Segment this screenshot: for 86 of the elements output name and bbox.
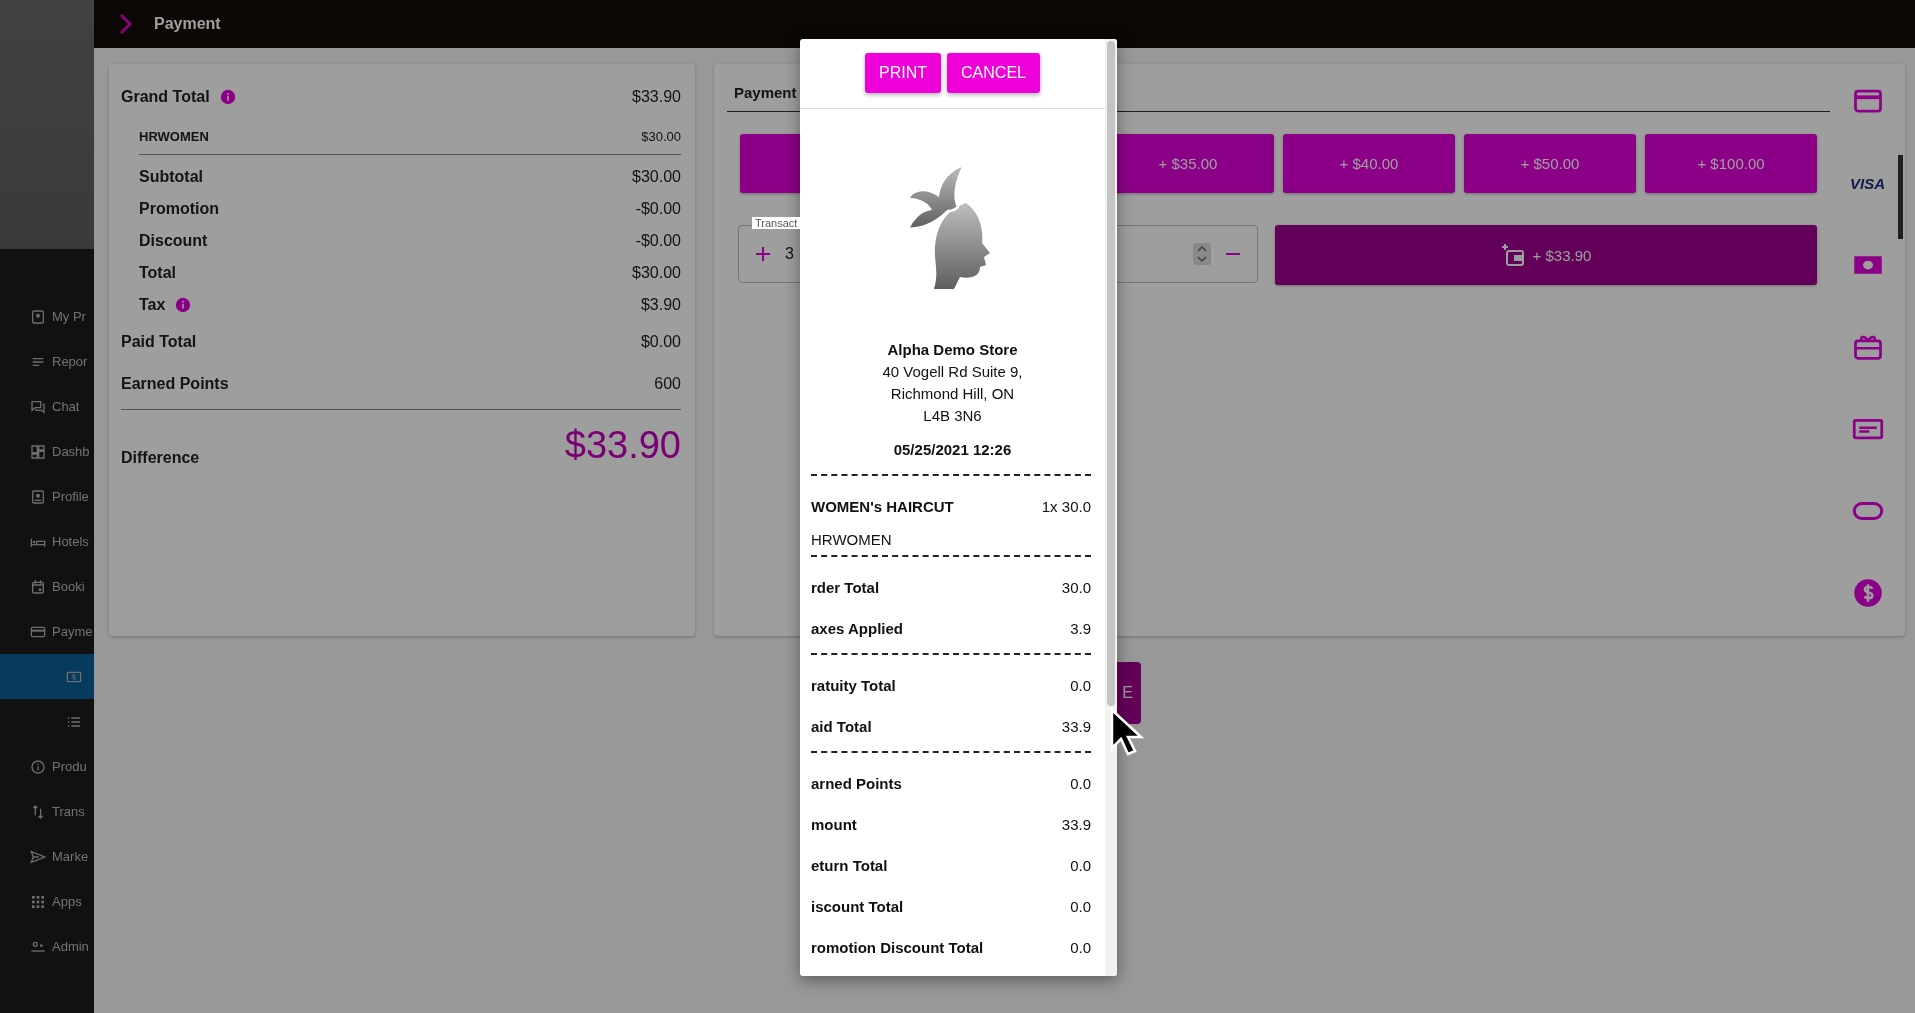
info-icon[interactable] [219, 89, 236, 105]
receipt-value: 0.0 [1070, 898, 1091, 915]
dashboard-icon [30, 443, 46, 460]
arrows-icon [30, 803, 46, 820]
receipt-label: mount [811, 816, 857, 833]
receipt-value: 0.0 [1070, 775, 1091, 792]
scrollbar-thumb[interactable] [1107, 41, 1115, 706]
receipt-value: 0.0 [1070, 677, 1091, 694]
summary-label: Promotion [139, 200, 219, 218]
receipt-value: 3.9 [1070, 620, 1091, 637]
wallet-plus-icon [1500, 243, 1525, 267]
sidebar-item[interactable]: Admin [0, 924, 94, 969]
info-icon [30, 758, 46, 775]
summary-value: $33.90 [632, 88, 681, 106]
cancel-button[interactable]: CANCEL [947, 53, 1040, 93]
summary-value: -$0.00 [635, 232, 681, 250]
receipt-label: arned Points [811, 775, 902, 792]
badge-icon [30, 308, 46, 325]
summary-label: Earned Points [121, 375, 229, 393]
print-button[interactable]: PRINT [865, 53, 942, 93]
sidebar-item[interactable]: Hotels [0, 519, 94, 564]
chevron-icon[interactable] [118, 13, 132, 35]
summary-label: Subtotal [139, 168, 203, 186]
summary-label: Tax [139, 296, 166, 314]
plus-icon[interactable] [755, 246, 771, 262]
amount-button[interactable]: + $40.00 [1283, 134, 1455, 193]
summary-label: Total [139, 264, 177, 282]
spinner-icon[interactable] [1193, 243, 1211, 265]
receipt-value: 33.9 [1061, 816, 1091, 833]
sidebar-item[interactable]: Repor [0, 339, 94, 384]
page-title: Payment [154, 15, 221, 33]
summary-label: HRWOMEN [139, 128, 209, 144]
receipt-value: 0.0 [1070, 857, 1091, 874]
receipt-note: HRWOMEN [811, 530, 892, 548]
summary-label: Grand Total [121, 88, 210, 106]
summary-value: 600 [654, 375, 681, 393]
sidebar-item[interactable]: Dashb [0, 429, 94, 474]
summary-value: $30.00 [641, 128, 681, 144]
grid-icon [30, 893, 46, 910]
receipt-value: 30.0 [1061, 579, 1091, 596]
receipt-label: eturn Total [811, 857, 888, 874]
store-address-line: 40 Vogell Rd Suite 9, [881, 362, 1024, 382]
receipt-label: iscount Total [811, 898, 904, 915]
receipt-value: 33.9 [1061, 718, 1091, 735]
payment-tab[interactable]: Payment [727, 76, 804, 111]
receipt-label: rder Total [811, 579, 880, 596]
sidebar-item[interactable]: Apps [0, 879, 94, 924]
receipt-label: ratuity Total [811, 677, 896, 694]
receipt-label: axes Applied [811, 620, 903, 637]
summary-value: $30.00 [632, 264, 681, 282]
receipt-value: 0.0 [1070, 939, 1091, 956]
difference-label: Difference [121, 447, 200, 467]
visa-label[interactable]: VISA [1850, 174, 1885, 192]
chat-icon [30, 398, 46, 415]
receipt-label: aid Total [811, 718, 872, 735]
field-label: Transact [752, 217, 801, 229]
store-address-line: L4B 3N6 [922, 406, 983, 426]
receipt-label: WOMEN's HAIRCUT [811, 498, 954, 515]
store-name: Alpha Demo Store [886, 340, 1019, 360]
calendar-icon [30, 578, 46, 595]
amount-button[interactable]: + $100.00 [1645, 134, 1817, 193]
receipt-date: 05/25/2021 12:26 [892, 441, 1013, 458]
sidebar-item[interactable]: Trans [0, 789, 94, 834]
badge-icon [30, 488, 46, 505]
info-icon[interactable] [175, 297, 192, 313]
receipt-value: 1x 30.0 [1041, 498, 1091, 515]
send-icon [30, 848, 46, 865]
difference-value: $33.90 [564, 424, 681, 467]
sidebar-item[interactable]: Payme [0, 609, 94, 654]
summary-label: Paid Total [121, 333, 197, 351]
sidebar-item[interactable]: Profile [0, 474, 94, 519]
sidebar-item[interactable]: My Pr [0, 294, 94, 339]
pay-button[interactable]: + $33.90 [1275, 225, 1817, 285]
summary-label: Discount [139, 232, 208, 250]
amount-button[interactable]: + $50.00 [1464, 134, 1636, 193]
summary-value: $30.00 [632, 168, 681, 186]
sidebar-item[interactable]: Marke [0, 834, 94, 879]
sidebar-item[interactable]: Chat [0, 384, 94, 429]
receipt-label: romotion Discount Total [811, 939, 984, 956]
cursor-icon [1110, 708, 1144, 756]
summary-value: $3.90 [640, 296, 681, 314]
sidebar-item[interactable]: Booki [0, 564, 94, 609]
summary-value: -$0.00 [635, 200, 681, 218]
sidebar-item[interactable]: Produ [0, 744, 94, 789]
summary-value: $0.00 [640, 333, 681, 351]
store-address-line: Richmond Hill, ON [889, 384, 1016, 404]
